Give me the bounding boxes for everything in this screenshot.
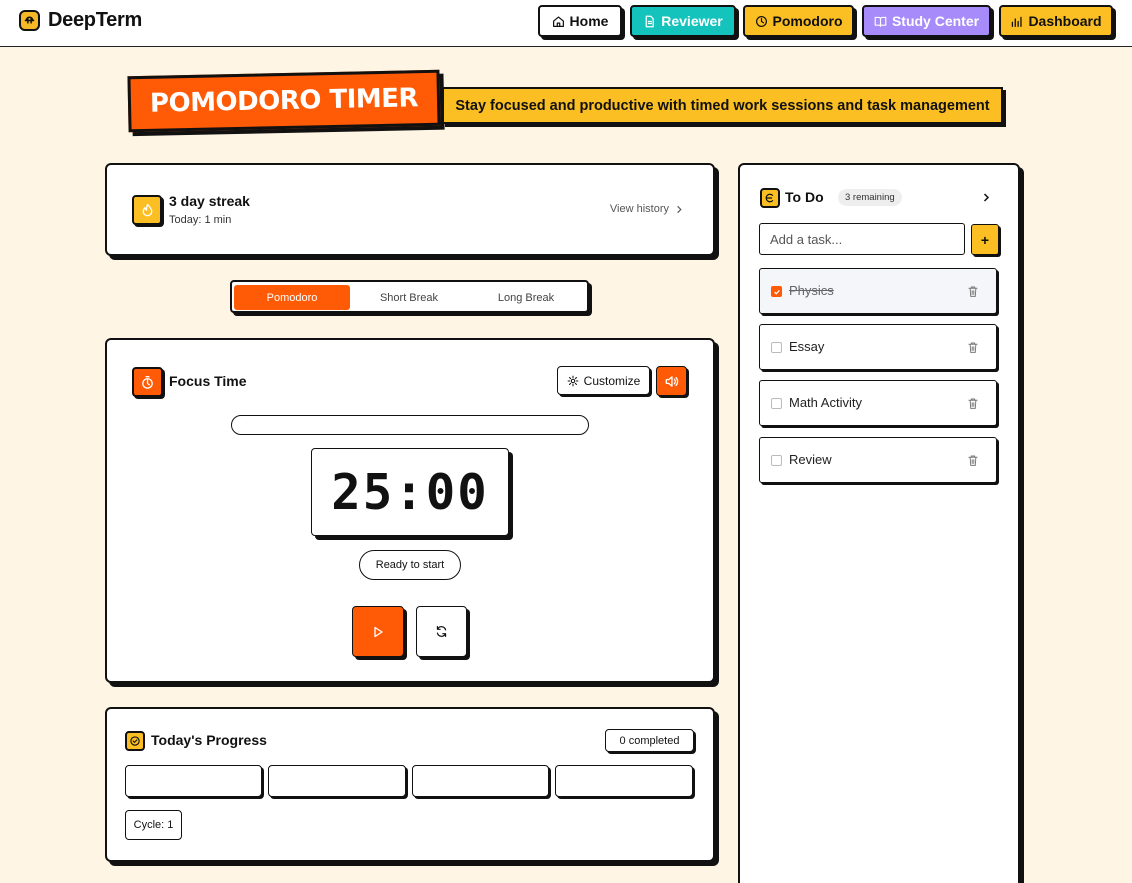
- chevron-right-icon: [677, 205, 682, 213]
- focus-title: Focus Time: [169, 373, 247, 389]
- nav-dashboard-button[interactable]: Dashboard: [999, 5, 1113, 37]
- gear-icon: [567, 375, 579, 386]
- chart-icon: [1012, 16, 1023, 27]
- timer-status: Ready to start: [359, 550, 461, 580]
- view-history-label: View history: [609, 203, 669, 215]
- flame-icon: [132, 195, 162, 225]
- remaining-badge: 3 remaining: [838, 189, 902, 206]
- document-icon: [645, 15, 655, 27]
- tab-long-break[interactable]: Long Break: [468, 285, 584, 310]
- collapse-todo-button[interactable]: [982, 190, 990, 208]
- cycle-badge: Cycle: 1: [125, 810, 182, 840]
- target-icon: [125, 731, 145, 751]
- todo-panel: To Do 3 remaining + Physics Essay Math A…: [738, 163, 1020, 883]
- nav-reviewer-button[interactable]: Reviewer: [630, 5, 736, 37]
- streak-title: 3 day streak: [169, 193, 250, 209]
- check-icon: [773, 289, 780, 295]
- top-navigation-bar: DeepTerm Home Reviewer Pomodoro Study Ce…: [0, 0, 1132, 47]
- refresh-icon: [436, 626, 447, 637]
- timer-display: 25:00: [311, 448, 509, 536]
- todo-list-icon: [760, 188, 780, 208]
- todays-progress-card: Today's Progress 0 completed Cycle: 1: [105, 707, 715, 862]
- streak-today: Today: 1 min: [169, 214, 232, 226]
- nav-study-center-button[interactable]: Study Center: [862, 5, 991, 37]
- task-checkbox[interactable]: [771, 455, 782, 466]
- session-slot-3: [412, 765, 549, 797]
- todays-progress-title: Today's Progress: [151, 732, 267, 748]
- reset-button[interactable]: [416, 606, 467, 657]
- task-item-math-activity[interactable]: Math Activity: [759, 380, 997, 426]
- task-label: Essay: [789, 339, 825, 354]
- session-slot-4: [555, 765, 693, 797]
- nav-study-center-label: Study Center: [891, 13, 980, 29]
- task-label: Physics: [789, 283, 834, 298]
- timer-mode-tabs: Pomodoro Short Break Long Break: [230, 280, 589, 313]
- speaker-icon: [665, 375, 679, 387]
- view-history-link[interactable]: View history: [610, 203, 683, 215]
- add-task-button[interactable]: +: [971, 224, 999, 255]
- start-button[interactable]: [352, 606, 404, 657]
- book-icon: [874, 16, 887, 27]
- page-subtitle: Stay focused and productive with timed w…: [442, 87, 1003, 124]
- streak-card: 3 day streak Today: 1 min View history: [105, 163, 715, 256]
- stopwatch-icon: [132, 367, 163, 397]
- task-item-physics[interactable]: Physics: [759, 268, 997, 314]
- sound-toggle-button[interactable]: [656, 366, 687, 396]
- nav-reviewer-label: Reviewer: [661, 13, 723, 29]
- tab-short-break[interactable]: Short Break: [351, 285, 467, 310]
- trash-icon[interactable]: [967, 397, 979, 410]
- nav-dashboard-label: Dashboard: [1028, 13, 1102, 29]
- todo-title: To Do: [785, 189, 824, 205]
- nav-home-label: Home: [569, 13, 609, 29]
- add-task-input[interactable]: [759, 223, 965, 255]
- trash-icon[interactable]: [967, 341, 979, 354]
- timer-progress-bar: [231, 415, 589, 435]
- task-item-essay[interactable]: Essay: [759, 324, 997, 370]
- completed-count: 0 completed: [605, 729, 694, 752]
- nav-home-button[interactable]: Home: [538, 5, 622, 37]
- task-checkbox[interactable]: [771, 286, 782, 297]
- trash-icon[interactable]: [967, 285, 979, 298]
- session-slot-2: [268, 765, 406, 797]
- play-icon: [374, 626, 383, 637]
- tab-pomodoro[interactable]: Pomodoro: [234, 285, 350, 310]
- brand[interactable]: DeepTerm: [19, 9, 142, 32]
- trash-icon[interactable]: [967, 454, 979, 467]
- task-label: Review: [789, 452, 832, 467]
- task-label: Math Activity: [789, 395, 862, 410]
- focus-timer-card: Focus Time Customize 25:00 Ready to star…: [105, 338, 715, 683]
- clock-icon: [755, 15, 767, 27]
- task-item-review[interactable]: Review: [759, 437, 997, 483]
- brain-logo-icon: [19, 10, 40, 31]
- nav-pomodoro-button[interactable]: Pomodoro: [743, 5, 854, 37]
- task-checkbox[interactable]: [771, 398, 782, 409]
- brand-name: DeepTerm: [48, 9, 142, 31]
- session-slot-1: [125, 765, 262, 797]
- nav-pomodoro-label: Pomodoro: [772, 13, 843, 29]
- customize-button[interactable]: Customize: [557, 366, 650, 395]
- task-checkbox[interactable]: [771, 342, 782, 353]
- chevron-right-icon: [983, 193, 990, 202]
- page-title: POMODORO TIMER: [127, 69, 441, 133]
- customize-label: Customize: [583, 373, 641, 388]
- home-icon: [552, 15, 564, 27]
